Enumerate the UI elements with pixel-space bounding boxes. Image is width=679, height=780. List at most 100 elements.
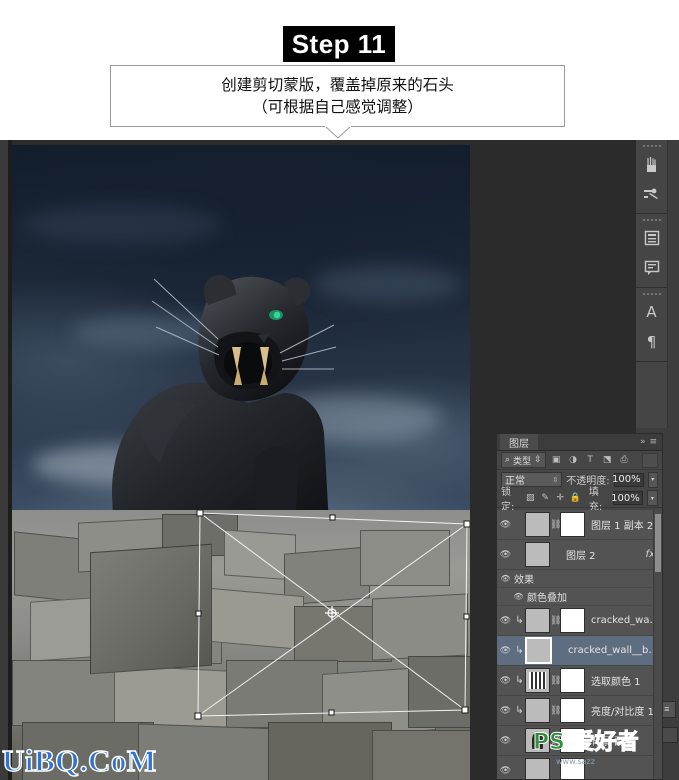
layer-list-scrollbar[interactable] bbox=[653, 510, 662, 779]
layer-thumbnail[interactable] bbox=[525, 698, 550, 723]
layer-thumbnail[interactable] bbox=[525, 668, 550, 693]
layers-panel: 图层 » ≡ ⌕ 类型 ⇳ ▣ ◑ T ⬔ ⎙ 正常 ⇳ 不透明度: 100% … bbox=[496, 433, 663, 780]
layer-thumbnail[interactable] bbox=[525, 728, 550, 753]
pixel-filter-icon[interactable]: ▣ bbox=[550, 454, 563, 467]
layer-thumbnail[interactable] bbox=[525, 542, 550, 567]
layer-name: 背景 副本 bbox=[591, 737, 635, 748]
layer-effect-row[interactable]: 👁 效果 bbox=[497, 570, 662, 588]
filter-kind-label: 类型 bbox=[513, 456, 532, 467]
note-pointer-icon bbox=[325, 126, 351, 139]
filter-search-icon: ⌕ bbox=[505, 455, 511, 465]
layer-name: 图层 1 副本 2 bbox=[591, 521, 654, 532]
lock-all-icon[interactable]: 🔒 bbox=[570, 492, 581, 505]
layer-row[interactable]: 👁 bbox=[497, 756, 662, 779]
layer-row[interactable]: 👁 ↳ ⛓ 选取颜色 1 bbox=[497, 666, 662, 696]
layer-list[interactable]: 👁 ⛓ 图层 1 副本 2 👁 图层 2 fx 👁 效果 👁 颜色叠加 👁 ↳ ⛓ cracked_wal… bbox=[497, 510, 662, 779]
layer-row[interactable]: 👁 ⛓ 背景 副本 bbox=[497, 726, 662, 756]
brushes-icon[interactable] bbox=[636, 149, 667, 179]
layer-name: 图层 2 bbox=[566, 551, 596, 562]
layer-visibility-icon[interactable]: 👁 bbox=[497, 636, 514, 665]
image-canvas[interactable] bbox=[12, 145, 470, 780]
type-filter-icon[interactable]: T bbox=[584, 454, 597, 467]
layer-visibility-icon[interactable]: 👁 bbox=[497, 696, 514, 725]
notes-icon[interactable] bbox=[636, 253, 667, 283]
shape-filter-icon[interactable]: ⬔ bbox=[601, 454, 614, 467]
effect-visibility-icon[interactable]: 👁 bbox=[497, 592, 527, 601]
layer-link-icon[interactable]: ⛓ bbox=[550, 676, 561, 686]
paragraph-panel-icon[interactable]: ¶ bbox=[636, 327, 667, 357]
screenmode-toggle-icon[interactable] bbox=[662, 727, 678, 743]
layer-mask-thumbnail[interactable] bbox=[560, 758, 585, 779]
layer-effect-row[interactable]: 👁 颜色叠加 bbox=[497, 588, 662, 606]
layer-row[interactable]: 👁 图层 2 fx bbox=[497, 540, 662, 570]
history-icon[interactable] bbox=[636, 223, 667, 253]
rail-side-strip bbox=[667, 140, 679, 428]
scrollbar-thumb[interactable] bbox=[655, 514, 661, 572]
effect-visibility-icon[interactable]: 👁 bbox=[497, 574, 514, 583]
layer-name: cracked_wall__... bbox=[591, 615, 662, 626]
tab-layers[interactable]: 图层 bbox=[500, 434, 538, 450]
pedestal-block bbox=[90, 543, 212, 675]
rock-ground bbox=[12, 510, 470, 780]
adjustment-filter-icon[interactable]: ◑ bbox=[567, 454, 580, 467]
opacity-value[interactable]: 100% bbox=[612, 472, 644, 487]
layer-visibility-icon[interactable]: 👁 bbox=[497, 666, 514, 695]
drag-dots-icon bbox=[636, 216, 667, 223]
clipping-mask-icon: ↳ bbox=[515, 645, 524, 656]
blend-mode-row: 正常 ⇳ 不透明度: 100% ▾ bbox=[497, 470, 662, 489]
character-panel-icon[interactable]: A bbox=[636, 297, 667, 327]
smartobject-filter-icon[interactable]: ⎙ bbox=[618, 454, 631, 467]
brush-presets-icon[interactable] bbox=[636, 179, 667, 209]
layer-mask-thumbnail[interactable] bbox=[560, 608, 585, 633]
layer-thumbnail[interactable] bbox=[525, 637, 552, 664]
effect-name: 效果 bbox=[514, 575, 534, 586]
clipping-mask-icon: ↳ bbox=[515, 705, 524, 716]
layer-row[interactable]: 👁 ↳ ⛓ 亮度/对比度 1 bbox=[497, 696, 662, 726]
clipping-mask-icon: ↳ bbox=[515, 675, 524, 686]
layer-visibility-icon[interactable]: 👁 bbox=[497, 540, 514, 569]
lock-row: 锁定: ▨ ✎ ✛ 🔒 填充: 100% ▾ bbox=[497, 487, 662, 513]
collapse-panel-button[interactable]: » bbox=[638, 437, 648, 447]
clipping-mask-icon: ↳ bbox=[515, 615, 524, 626]
opacity-spinner[interactable]: ▾ bbox=[647, 471, 658, 488]
lock-image-icon[interactable]: ✎ bbox=[540, 492, 551, 505]
paragraph-glyph: ¶ bbox=[646, 332, 657, 351]
layer-link-icon[interactable]: ⛓ bbox=[550, 736, 561, 746]
rail-group-history bbox=[636, 214, 667, 288]
fill-label: 填充: bbox=[588, 487, 603, 513]
filter-toggle[interactable] bbox=[642, 452, 658, 468]
layer-thumbnail[interactable] bbox=[525, 512, 550, 537]
layer-name: 亮度/对比度 1 bbox=[591, 707, 654, 718]
layer-mask-thumbnail[interactable] bbox=[560, 698, 585, 723]
fill-value[interactable]: 100% bbox=[611, 491, 643, 505]
lock-position-icon[interactable]: ✛ bbox=[555, 492, 566, 505]
character-glyph: A bbox=[646, 302, 657, 321]
layer-row[interactable]: 👁↳ ⛓ cracked_wall__... bbox=[497, 606, 662, 636]
layers-panel-menu-button[interactable]: ≡ bbox=[647, 437, 659, 447]
layer-link-icon[interactable]: ⛓ bbox=[550, 706, 561, 716]
note-line-2: （可根据自己感觉调整） bbox=[252, 98, 423, 116]
lock-transparent-icon[interactable]: ▨ bbox=[525, 492, 536, 505]
photoshop-workspace: A ¶ » ≡ 图层 » ≡ ⌕ 类型 bbox=[0, 140, 679, 780]
layer-row[interactable]: 👁↳ cracked_wall__by_adig... bbox=[497, 636, 662, 666]
chevron-updown-icon: ⇳ bbox=[552, 475, 559, 484]
rail-group-brushes bbox=[636, 140, 667, 214]
layer-thumbnail[interactable] bbox=[525, 608, 550, 633]
filter-kind-select[interactable]: ⌕ 类型 ⇳ bbox=[501, 452, 546, 468]
layer-mask-thumbnail[interactable] bbox=[560, 728, 585, 753]
layer-visibility-icon[interactable]: 👁 bbox=[497, 756, 514, 779]
drag-dots-icon bbox=[636, 142, 667, 149]
layer-visibility-icon[interactable]: 👁 bbox=[497, 726, 514, 755]
layer-mask-thumbnail[interactable] bbox=[560, 512, 585, 537]
layer-row[interactable]: 👁 ⛓ 图层 1 副本 2 bbox=[497, 510, 662, 540]
fill-spinner[interactable]: ▾ bbox=[646, 490, 658, 506]
layer-visibility-icon[interactable]: 👁 bbox=[497, 510, 514, 539]
layer-mask-thumbnail[interactable] bbox=[560, 668, 585, 693]
note-line-1: 创建剪切蒙版，覆盖掉原来的石头 bbox=[221, 75, 454, 94]
layer-name: 选取颜色 1 bbox=[591, 677, 641, 688]
layer-link-icon[interactable]: ⛓ bbox=[550, 520, 561, 530]
lock-label: 锁定: bbox=[501, 487, 515, 513]
layer-link-icon[interactable]: ⛓ bbox=[550, 616, 561, 626]
layer-visibility-icon[interactable]: 👁 bbox=[497, 606, 514, 635]
layer-thumbnail[interactable] bbox=[525, 758, 550, 779]
